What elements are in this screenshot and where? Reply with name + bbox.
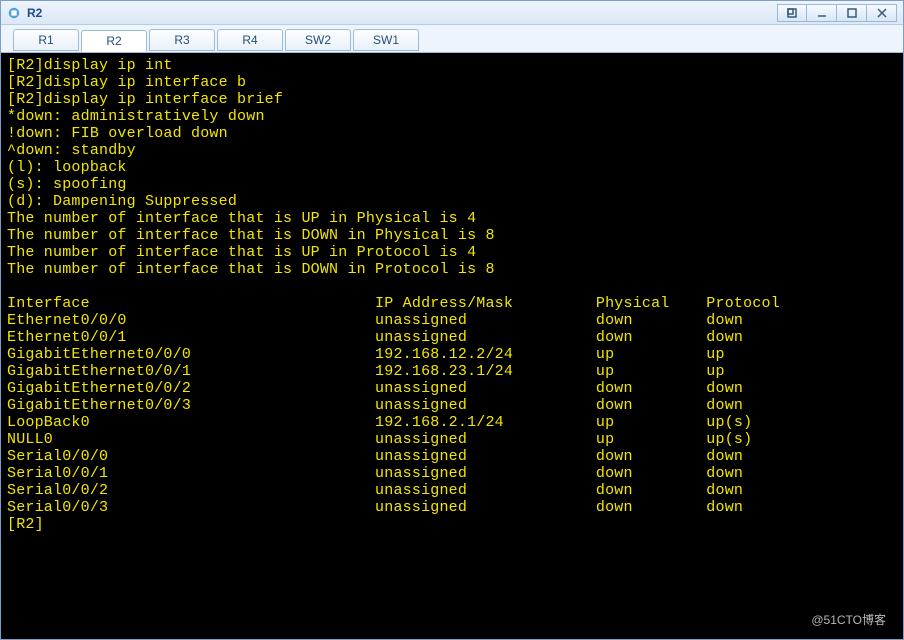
tab-sw2[interactable]: SW2: [285, 29, 351, 51]
title-bar[interactable]: R2: [1, 1, 903, 25]
close-button[interactable]: [867, 4, 897, 22]
tab-r4[interactable]: R4: [217, 29, 283, 51]
tab-bar: R1R2R3R4SW2SW1: [1, 25, 903, 53]
maximize-button[interactable]: [837, 4, 867, 22]
tab-r2[interactable]: R2: [81, 30, 147, 52]
window-title: R2: [27, 6, 42, 20]
watermark: @51CTO博客: [811, 611, 886, 628]
pin-button[interactable]: [777, 4, 807, 22]
tab-r3[interactable]: R3: [149, 29, 215, 51]
terminal-output[interactable]: [R2]display ip int [R2]display ip interf…: [1, 53, 903, 639]
app-icon: [7, 6, 21, 20]
app-window: R2 R1R2R3R4SW2SW1 [R2]display ip int [R2…: [0, 0, 904, 640]
tab-r1[interactable]: R1: [13, 29, 79, 51]
window-controls: [777, 4, 897, 22]
tab-sw1[interactable]: SW1: [353, 29, 419, 51]
minimize-button[interactable]: [807, 4, 837, 22]
